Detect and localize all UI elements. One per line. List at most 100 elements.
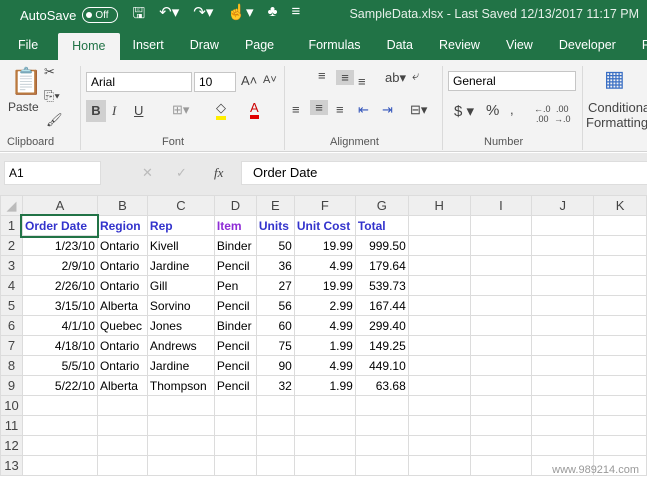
spreadsheet-grid[interactable]: ◢ A B C D E F G H I J K 1 Order Date Region Rep Item Uni…: [0, 195, 647, 476]
cell-C7[interactable]: Andrews: [146, 335, 215, 356]
cell-C11[interactable]: [146, 415, 215, 436]
cell-J11[interactable]: [531, 415, 595, 436]
cell-H9[interactable]: [407, 375, 471, 396]
tab-review[interactable]: Review: [426, 30, 493, 60]
bottom-align-icon[interactable]: ≡: [358, 74, 366, 89]
middle-align-icon[interactable]: ≡: [336, 70, 354, 85]
column-header-E[interactable]: E: [255, 195, 295, 216]
cell-B10[interactable]: [96, 395, 148, 416]
cell-E1[interactable]: Units: [255, 215, 295, 236]
cell-F12[interactable]: [293, 435, 356, 456]
cell-J1[interactable]: [531, 215, 595, 236]
orientation-icon[interactable]: ab▾: [385, 70, 406, 86]
wrap-text-icon[interactable]: ⤶: [412, 68, 419, 84]
borders-icon[interactable]: ⊞▾: [172, 102, 189, 118]
cell-E12[interactable]: [255, 435, 295, 456]
cell-C12[interactable]: [146, 435, 215, 456]
enter-icon[interactable]: ✓: [176, 165, 187, 181]
cell-A1[interactable]: Order Date: [20, 213, 100, 238]
row-header[interactable]: 11: [0, 415, 23, 436]
cell-H2[interactable]: [407, 235, 471, 256]
cell-K5[interactable]: [593, 295, 647, 316]
increase-font-icon[interactable]: A˄: [241, 73, 257, 88]
org-chart-icon[interactable]: ♣: [268, 3, 278, 28]
cell-J7[interactable]: [531, 335, 595, 356]
cell-D12[interactable]: [213, 435, 257, 456]
font-name-select[interactable]: Arial: [86, 72, 192, 92]
cell-K11[interactable]: [593, 415, 647, 436]
cell-F2[interactable]: 19.99: [293, 235, 356, 256]
cell-F8[interactable]: 4.99: [293, 355, 356, 376]
cell-D13[interactable]: [213, 455, 257, 476]
cell-D11[interactable]: [213, 415, 257, 436]
cell-H11[interactable]: [407, 415, 471, 436]
cell-J8[interactable]: [531, 355, 595, 376]
cell-C9[interactable]: Thompson: [146, 375, 215, 396]
cell-C1[interactable]: Rep: [146, 215, 215, 236]
row-header[interactable]: 4: [0, 275, 23, 296]
cell-E3[interactable]: 36: [255, 255, 295, 276]
row-header[interactable]: 13: [0, 455, 23, 476]
cell-I3[interactable]: [469, 255, 533, 276]
cell-B3[interactable]: Ontario: [96, 255, 148, 276]
row-header[interactable]: 2: [0, 235, 23, 256]
cell-E4[interactable]: 27: [255, 275, 295, 296]
cell-F10[interactable]: [293, 395, 356, 416]
font-size-select[interactable]: 10: [194, 72, 236, 92]
undo-icon[interactable]: ↶▾: [159, 3, 179, 28]
cell-G13[interactable]: [354, 455, 409, 476]
cell-B13[interactable]: [96, 455, 148, 476]
cell-G7[interactable]: 149.25: [354, 335, 409, 356]
cell-C13[interactable]: [146, 455, 215, 476]
cell-D5[interactable]: Pencil: [213, 295, 257, 316]
tab-fox[interactable]: Fox: [629, 30, 647, 60]
cell-E2[interactable]: 50: [255, 235, 295, 256]
bold-button[interactable]: B: [86, 100, 106, 122]
cell-F11[interactable]: [293, 415, 356, 436]
cell-I6[interactable]: [469, 315, 533, 336]
cell-I2[interactable]: [469, 235, 533, 256]
cell-G4[interactable]: 539.73: [354, 275, 409, 296]
cell-D10[interactable]: [213, 395, 257, 416]
cell-K2[interactable]: [593, 235, 647, 256]
tab-insert[interactable]: Insert: [120, 30, 177, 60]
cell-B6[interactable]: Quebec: [96, 315, 148, 336]
tab-data[interactable]: Data: [374, 30, 426, 60]
cell-J4[interactable]: [531, 275, 595, 296]
cell-E10[interactable]: [255, 395, 295, 416]
percent-icon[interactable]: %: [486, 102, 499, 119]
cell-K10[interactable]: [593, 395, 647, 416]
copy-icon[interactable]: ⎘▾: [44, 88, 60, 104]
cell-I5[interactable]: [469, 295, 533, 316]
cell-A2[interactable]: 1/23/10: [21, 235, 98, 256]
cell-A13[interactable]: [21, 455, 98, 476]
cell-A9[interactable]: 5/22/10: [21, 375, 98, 396]
cell-G5[interactable]: 167.44: [354, 295, 409, 316]
column-header-A[interactable]: A: [21, 195, 98, 216]
cell-F9[interactable]: 1.99: [293, 375, 356, 396]
row-header[interactable]: 10: [0, 395, 23, 416]
cell-D1[interactable]: Item: [213, 215, 257, 236]
cell-H6[interactable]: [407, 315, 471, 336]
cell-E9[interactable]: 32: [255, 375, 295, 396]
cell-A4[interactable]: 2/26/10: [21, 275, 98, 296]
format-painter-icon[interactable]: 🖌: [46, 112, 63, 128]
align-center-icon[interactable]: ≡: [310, 100, 328, 115]
cell-H8[interactable]: [407, 355, 471, 376]
tab-formulas[interactable]: Formulas: [295, 30, 373, 60]
column-header-K[interactable]: K: [593, 195, 647, 216]
cell-H4[interactable]: [407, 275, 471, 296]
column-header-D[interactable]: D: [213, 195, 257, 216]
cell-G10[interactable]: [354, 395, 409, 416]
tab-draw[interactable]: Draw: [177, 30, 232, 60]
cell-I4[interactable]: [469, 275, 533, 296]
decrease-indent-icon[interactable]: ⇤: [358, 102, 369, 118]
column-header-I[interactable]: I: [469, 195, 533, 216]
cell-E5[interactable]: 56: [255, 295, 295, 316]
cell-J5[interactable]: [531, 295, 595, 316]
cell-G1[interactable]: Total: [354, 215, 409, 236]
number-format-select[interactable]: General: [448, 71, 576, 91]
cell-B8[interactable]: Ontario: [96, 355, 148, 376]
insert-function-icon[interactable]: fx: [214, 165, 223, 181]
cell-G3[interactable]: 179.64: [354, 255, 409, 276]
